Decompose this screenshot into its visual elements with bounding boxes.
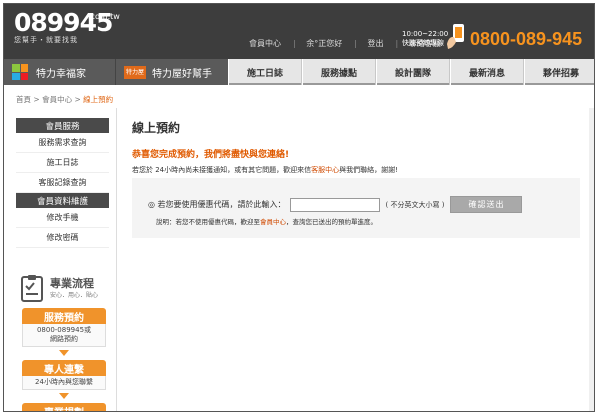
submit-button[interactable]: 確認送出 (450, 196, 523, 213)
nav-items: 施工日誌 服務據點 設計團隊 最新消息 夥伴招募 (228, 59, 594, 85)
member-center-link[interactable]: 會員中心 (249, 39, 281, 48)
promo-title: 專業流程 安心．用心．貼心 (20, 272, 108, 304)
breadcrumb-member[interactable]: 會員中心 (42, 95, 72, 104)
sidebar-section-member-data: 會員資料維護 (16, 193, 109, 208)
promo-heading: 專業流程 (50, 277, 94, 290)
column-divider (116, 108, 117, 411)
sidebar: 會員服務 服務需求查詢 施工日誌 客服記錄查詢 會員資料維護 修改手機 修改密碼 (16, 118, 109, 248)
scrollbar[interactable] (589, 108, 594, 411)
step-line: 24小時內與您聯繫 (35, 378, 93, 386)
process-step-contact: 專人連繫 24小時內與您聯繫 (22, 360, 106, 390)
process-step-planning: 專業規劃 (22, 403, 106, 411)
breadcrumb-sep: > (33, 95, 40, 104)
promo-code-input[interactable] (289, 197, 380, 212)
promo-code-row: ◎ 若您要使用優惠代碼，請於此輸入： ( 不分英文大小寫 ) 確認送出 (148, 196, 523, 213)
step-line: 0800-089945或 (36, 326, 92, 334)
main-nav: 特力幸福家 特力屋 特力屋好幫手 施工日誌 服務據點 設計團隊 最新消息 夥伴招… (4, 59, 594, 85)
explanation-text: 說明：若您不使用優惠代碼，歡迎至會員中心，查詢您已送出的預約單進度。 (156, 216, 377, 226)
promo-code-hint: ( 不分英文大小寫 ) (385, 200, 445, 209)
service-hours: 10:00~22:00 快速預約專線 (402, 30, 448, 48)
hours-time: 10:00~22:00 (402, 30, 449, 38)
cube-logo-icon (12, 64, 28, 80)
site-header: 089945 .com.tw 您幫手・就要找我 會員中心 | 余°正您好 | 登出 |… (4, 4, 594, 59)
brand-tab-helper[interactable]: 特力屋 特力屋好幫手 (116, 59, 228, 85)
arrow-down-icon (59, 393, 69, 399)
user-greeting: 余°正您好 (306, 39, 343, 48)
brand-tab-label: 特力幸福家 (36, 68, 86, 80)
success-message: 恭喜您完成預約，我們將盡快與您連絡! (132, 150, 290, 160)
brand-tab-happy-home[interactable]: 特力幸福家 (4, 59, 116, 85)
notice-pre: 若您於 24小時內尚未接獲通知，或有其它問題，歡迎來信 (132, 166, 312, 174)
breadcrumb-sep: > (74, 95, 81, 104)
sidebar-item-support-records[interactable]: 客服記錄查詢 (16, 173, 109, 193)
step-line: 網路預約 (50, 335, 78, 343)
promo-code-form: ◎ 若您要使用優惠代碼，請於此輸入： ( 不分英文大小寫 ) 確認送出 說明：若… (132, 178, 580, 238)
brand-tab-label: 特力屋好幫手 (152, 68, 213, 80)
hand-phone-icon (447, 24, 464, 49)
arrow-down-icon (59, 350, 69, 356)
breadcrumb: 首頁 > 會員中心 > 線上預約 (16, 94, 113, 105)
sidebar-item-edit-password[interactable]: 修改密碼 (16, 228, 109, 248)
site-logo[interactable]: 089945 .com.tw 您幫手・就要找我 (14, 8, 120, 45)
nav-item-design-team[interactable]: 設計團隊 (376, 59, 450, 85)
sidebar-item-service-query[interactable]: 服務需求查詢 (16, 133, 109, 153)
step-title: 專人連繫 (22, 360, 106, 376)
nav-item-news[interactable]: 最新消息 (450, 59, 524, 85)
member-center-inline-link[interactable]: 會員中心 (260, 218, 286, 226)
page-title: 線上預約 (132, 121, 181, 135)
nav-item-construction-log[interactable]: 施工日誌 (228, 59, 302, 85)
brand-tag-icon: 特力屋 (124, 65, 147, 79)
process-promo: 專業流程 安心．用心．貼心 服務預約 0800-089945或 網路預約 專人連… (20, 272, 108, 411)
clipboard-icon (21, 275, 43, 302)
promo-subheading: 安心．用心．貼心 (50, 292, 99, 299)
step-title: 服務預約 (22, 308, 106, 324)
nav-item-service-locations[interactable]: 服務據點 (302, 59, 376, 85)
support-center-link[interactable]: 客服中心 (311, 166, 339, 174)
sidebar-item-edit-phone[interactable]: 修改手機 (16, 208, 109, 228)
sidebar-section-member-services: 會員服務 (16, 118, 109, 133)
main-content: 線上預約 恭喜您完成預約，我們將盡快與您連絡! 若您於 24小時內尚未接獲通知，… (132, 119, 584, 238)
breadcrumb-current: 線上預約 (83, 95, 114, 104)
link-separator: | (293, 39, 296, 48)
notice-post: 與我們聯絡，謝謝! (339, 166, 398, 174)
explain-pre: 說明：若您不使用優惠代碼，歡迎至 (156, 218, 260, 226)
promo-code-label: ◎ 若您要使用優惠代碼，請於此輸入： (148, 200, 286, 209)
logo-tld: .com.tw (88, 12, 120, 21)
step-body: 24小時內與您聯繫 (22, 376, 106, 390)
breadcrumb-home[interactable]: 首頁 (16, 95, 31, 104)
hours-label: 快速預約專線 (402, 39, 444, 47)
link-separator: | (354, 39, 357, 48)
nav-item-partner-recruit[interactable]: 夥伴招募 (524, 59, 594, 85)
sidebar-item-construction-log[interactable]: 施工日誌 (16, 153, 109, 173)
notice-text: 若您於 24小時內尚未接獲通知，或有其它問題，歡迎來信客服中心與我們聯絡，謝謝! (132, 165, 584, 175)
link-separator: | (395, 39, 399, 48)
step-body: 0800-089945或 網路預約 (22, 324, 106, 347)
explain-post: ，查詢您已送出的預約單進度。 (286, 218, 377, 226)
step-title: 專業規劃 (22, 403, 106, 411)
hotline-number[interactable]: 0800-089-945 (470, 29, 582, 50)
browser-frame: 089945 .com.tw 您幫手・就要找我 會員中心 | 余°正您好 | 登出 |… (3, 3, 595, 412)
process-step-booking: 服務預約 0800-089945或 網路預約 (22, 308, 106, 347)
logout-link[interactable]: 登出 (368, 39, 384, 48)
